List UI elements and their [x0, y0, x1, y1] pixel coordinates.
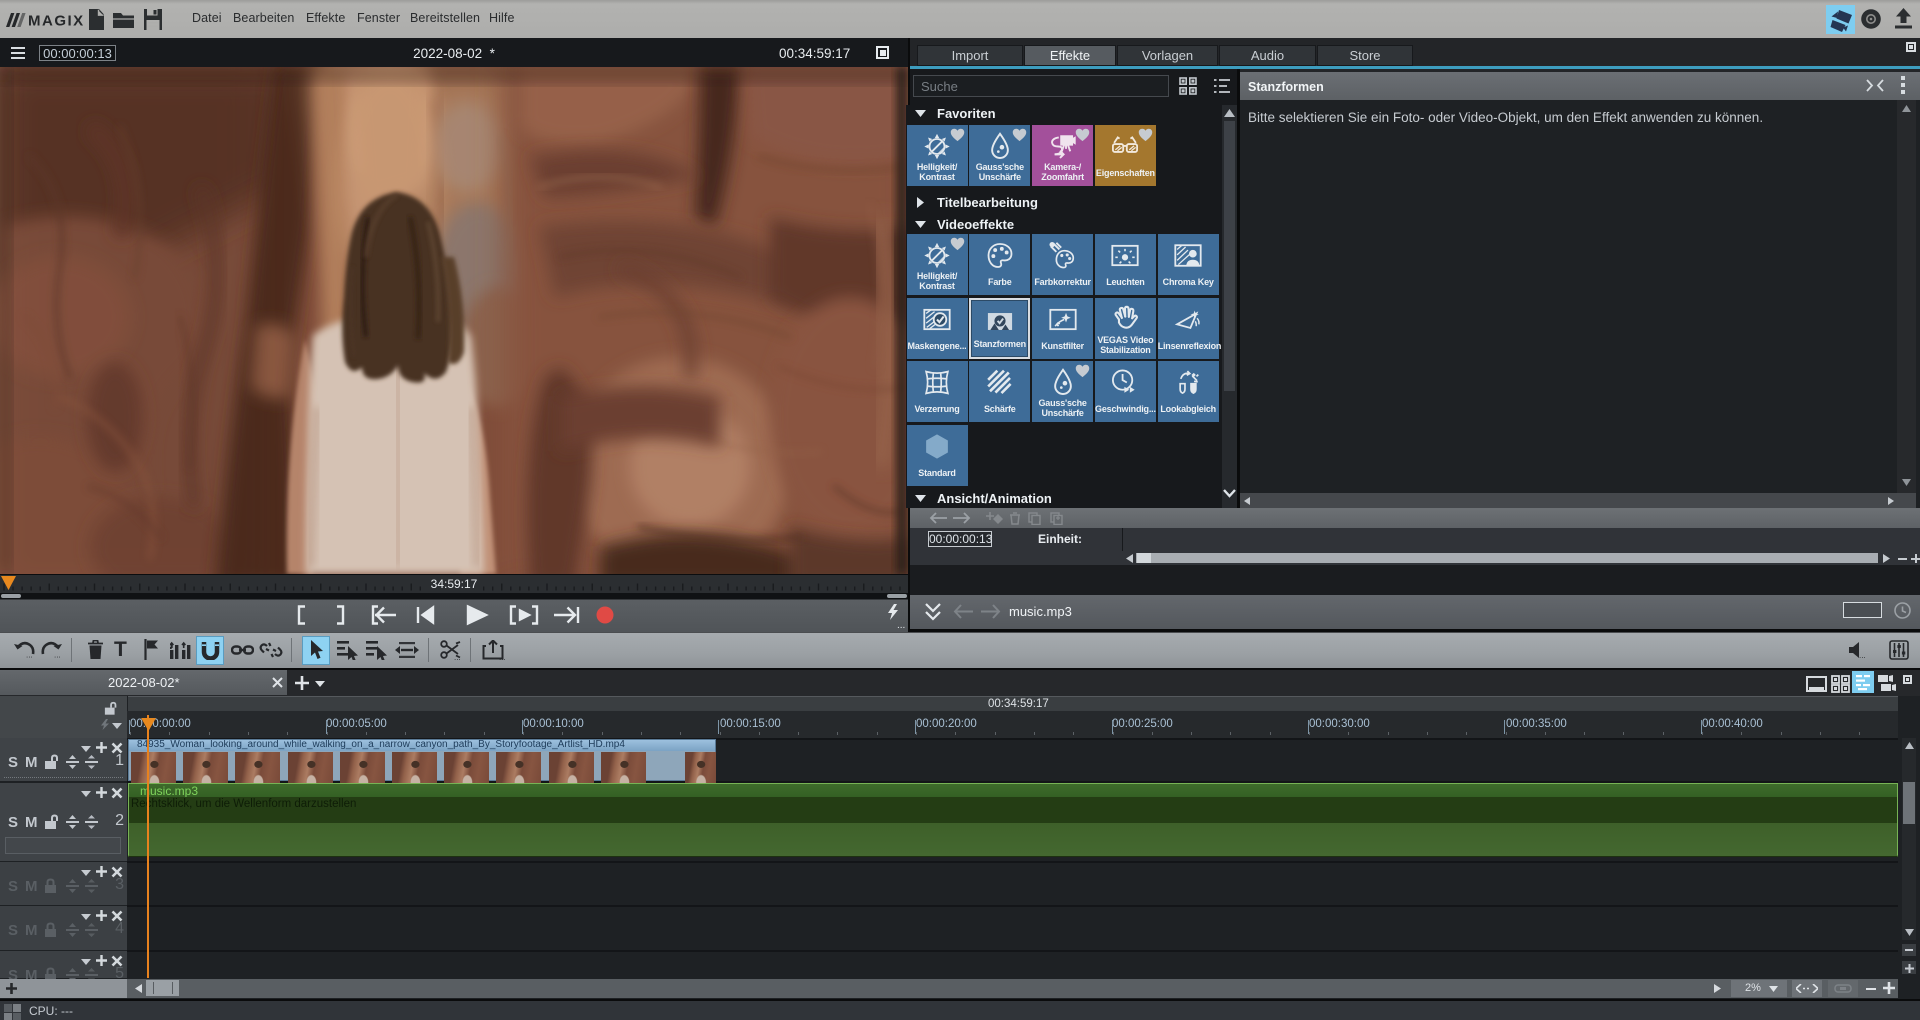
svg-text:...: ...	[1859, 651, 1866, 659]
svg-text:...: ...	[54, 651, 61, 659]
svg-text:...: ...	[454, 653, 461, 660]
svg-text:...: ...	[413, 653, 419, 658]
svg-text:...: ...	[26, 651, 33, 659]
svg-text:...: ...	[499, 653, 505, 660]
